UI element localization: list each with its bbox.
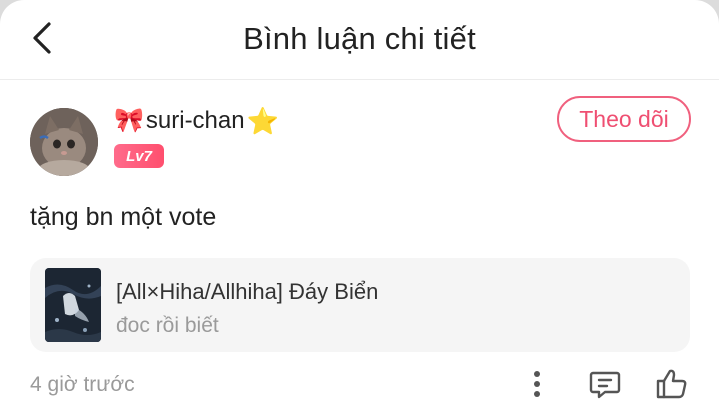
timestamp: 4 giờ trước xyxy=(30,373,135,396)
book-subtitle: đoc rồi biết xyxy=(116,314,219,337)
level-badge: Lv7 xyxy=(114,144,164,168)
comment-footer: 4 giờ trước xyxy=(30,364,691,404)
avatar[interactable] xyxy=(30,108,98,176)
reply-button[interactable] xyxy=(585,364,625,404)
book-card[interactable]: [All×Hiha/Allhiha] Đáy Biển đoc rồi biết xyxy=(30,258,690,352)
book-cover xyxy=(45,268,101,342)
more-options-button[interactable] xyxy=(517,364,557,404)
cat-avatar-image xyxy=(30,108,98,176)
comment-detail-screen: Bình luận chi tiết 🎀 suri-chan ⭐ Lv7 The… xyxy=(0,0,719,420)
thumbs-up-icon xyxy=(656,369,687,399)
like-button[interactable] xyxy=(652,364,692,404)
more-vertical-icon xyxy=(534,371,540,397)
comment-text: tặng bn một vote xyxy=(30,203,217,231)
username-text: suri-chan xyxy=(145,106,245,134)
username[interactable]: 🎀 suri-chan ⭐ xyxy=(114,106,279,135)
follow-button[interactable]: Theo dõi xyxy=(557,96,691,142)
star-icon: ⭐ xyxy=(246,105,279,136)
comment-icon xyxy=(589,371,621,399)
book-title: [All×Hiha/Allhiha] Đáy Biển xyxy=(116,279,379,304)
author-row: 🎀 suri-chan ⭐ Lv7 Theo dõi xyxy=(30,96,691,178)
book-cover-image xyxy=(45,268,101,342)
page-title: Bình luận chi tiết xyxy=(243,21,476,56)
header: Bình luận chi tiết xyxy=(0,0,719,80)
bow-icon: 🎀 xyxy=(114,107,144,134)
